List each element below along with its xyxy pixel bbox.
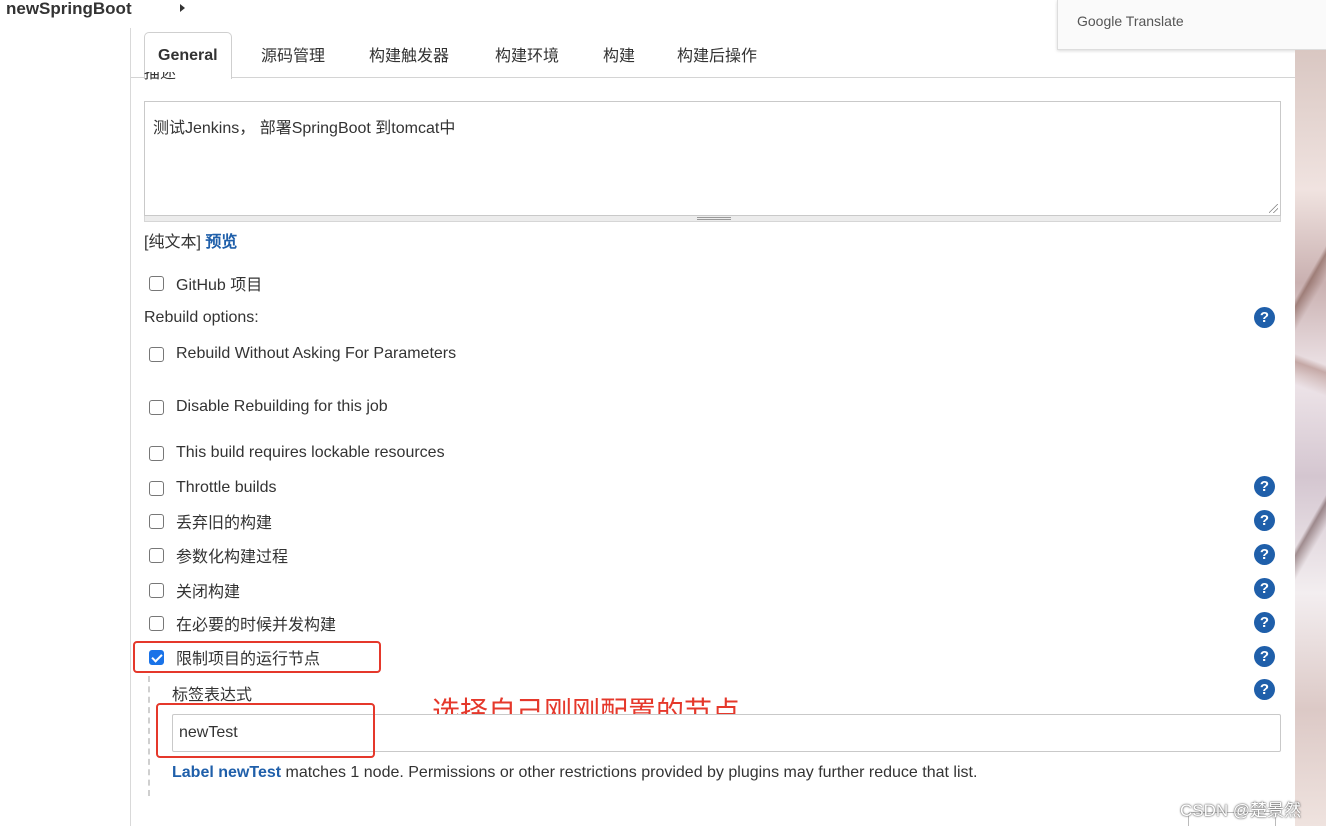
tab-build-environment[interactable]: 构建环境 [495,42,559,66]
help-icon-concurrent[interactable]: ? [1254,612,1275,633]
textarea-drag-bar[interactable] [144,216,1281,222]
breadcrumb-chevron-icon[interactable] [180,4,185,12]
description-textarea[interactable]: 测试Jenkins， 部署SpringBoot 到tomcat中 [144,101,1281,216]
concurrent-builds-label: 在必要的时候并发构建 [176,617,337,634]
drag-handle-icon[interactable] [697,217,731,220]
highlight-box-restrict-node [133,641,381,673]
rebuild-without-params-label: Rebuild Without Asking For Parameters [176,345,457,362]
watermark: CSDN @楚景然 [1180,801,1302,820]
github-project-label: GitHub 项目 [176,277,263,294]
discard-old-builds-checkbox[interactable] [149,513,164,529]
option-lockable-resources[interactable]: This build requires lockable resources [149,443,445,463]
tab-build-triggers[interactable]: 构建触发器 [369,42,449,66]
discard-old-builds-label: 丢弃旧的构建 [176,515,273,532]
help-icon-rebuild[interactable]: ? [1254,307,1275,328]
help-icon-parameterized[interactable]: ? [1254,544,1275,565]
help-icon-restrict-node[interactable]: ? [1254,646,1275,667]
google-translate-popup[interactable]: Google Translate [1057,0,1326,50]
description-label: 描述 [144,72,177,82]
concurrent-builds-checkbox[interactable] [149,615,164,631]
google-translate-label: Google Translate [1077,13,1184,29]
option-github-project[interactable]: GitHub 项目 [149,273,263,294]
label-match-link[interactable]: Label newTest [172,764,281,781]
content-left-border [130,28,131,826]
option-discard-old-builds[interactable]: 丢弃旧的构建 [149,511,273,532]
option-concurrent-builds[interactable]: 在必要的时候并发构建 [149,613,337,634]
description-format-row: [纯文本] 预览 [144,228,237,252]
disable-rebuilding-label: Disable Rebuilding for this job [176,398,388,415]
lockable-resources-label: This build requires lockable resources [176,444,445,461]
help-icon-throttle[interactable]: ? [1254,476,1275,497]
breadcrumb-job-name[interactable]: newSpringBoot [6,0,132,18]
github-project-checkbox[interactable] [149,275,164,291]
label-match-text: matches 1 node. Permissions or other res… [281,764,978,781]
parameterized-checkbox[interactable] [149,547,164,563]
option-parameterized[interactable]: 参数化构建过程 [149,545,289,566]
highlight-box-label-input [156,703,375,758]
resize-grip-icon[interactable] [1269,204,1278,213]
format-prefix: [纯文本] [144,234,201,251]
lockable-resources-checkbox[interactable] [149,445,164,461]
help-icon-discard[interactable]: ? [1254,510,1275,531]
tab-build[interactable]: 构建 [603,42,635,66]
description-text: 测试Jenkins， 部署SpringBoot 到tomcat中 [153,120,456,137]
rebuild-without-params-checkbox[interactable] [149,346,164,362]
throttle-builds-label: Throttle builds [176,479,277,496]
option-throttle-builds[interactable]: Throttle builds [149,478,277,498]
tab-post-build-actions[interactable]: 构建后操作 [677,42,757,66]
label-match-message: Label newTest matches 1 node. Permission… [172,764,977,782]
disable-build-checkbox[interactable] [149,582,164,598]
option-disable-build[interactable]: 关闭构建 [149,580,241,601]
tab-source-control[interactable]: 源码管理 [261,42,325,66]
option-disable-rebuilding[interactable]: Disable Rebuilding for this job [149,397,388,417]
option-rebuild-without-params[interactable]: Rebuild Without Asking For Parameters [149,344,456,364]
preview-link[interactable]: 预览 [205,234,237,251]
disable-build-label: 关闭构建 [176,584,241,601]
help-icon-disable-build[interactable]: ? [1254,578,1275,599]
rebuild-options-label: Rebuild options: [144,309,259,326]
nested-section-rail [148,676,150,796]
label-expression-title: 标签表达式 [172,687,253,704]
background-artwork [1295,50,1326,826]
jenkins-config-page: { "breadcrumb": { "job_name": "newSpring… [0,0,1326,826]
disable-rebuilding-checkbox[interactable] [149,399,164,415]
help-icon-label-expression[interactable]: ? [1254,679,1275,700]
throttle-builds-checkbox[interactable] [149,480,164,496]
parameterized-label: 参数化构建过程 [176,549,289,566]
